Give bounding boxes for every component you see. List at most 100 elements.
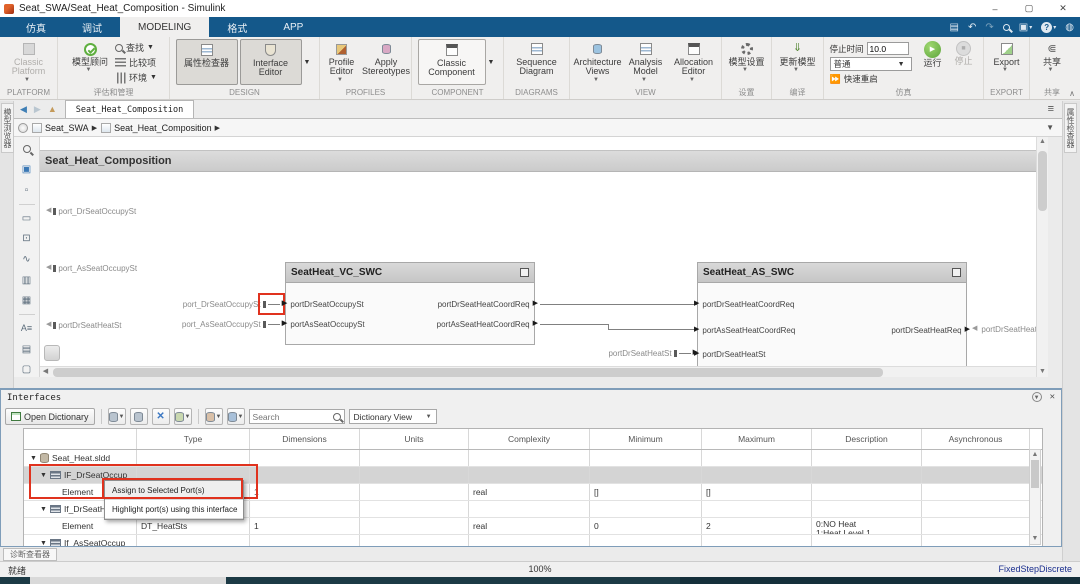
close-panel-icon[interactable]: ✕ [1050, 392, 1055, 402]
add-interface-button[interactable]: ▼ [107, 408, 126, 425]
undo-icon[interactable]: ↶ [968, 22, 976, 33]
breadcrumb-item-current[interactable]: Seat_Heat_Composition ▶ [101, 122, 220, 133]
chevron-down-icon[interactable]: ▼ [488, 59, 495, 66]
collapse-ribbon-icon[interactable]: ∧ [1069, 89, 1075, 98]
external-input-port[interactable]: ◀ port_AsSeatOccupySt [46, 262, 137, 274]
minimize-button[interactable]: – [978, 0, 1012, 17]
scroll-left-icon[interactable]: ◀ [40, 367, 51, 377]
block-input-port[interactable]: ▶ portAsSeatOccupySt [282, 318, 365, 330]
col-units[interactable]: Units [360, 429, 469, 449]
forward-icon[interactable]: ▶ [34, 104, 41, 115]
port-connection[interactable]: port_AsSeatOccupySt ▶ [169, 318, 287, 330]
classic-component-button[interactable]: Classic Component [417, 39, 486, 85]
tab-app[interactable]: APP [265, 17, 321, 37]
breadcrumb-item-root[interactable]: Seat_SWA ▶ [32, 122, 97, 133]
tab-modeling[interactable]: MODELING [120, 17, 210, 37]
breadcrumb-dropdown-icon[interactable]: ▼ [1046, 123, 1054, 132]
allocation-editor-button[interactable]: Allocation Editor ▼ [671, 39, 717, 83]
analysis-model-button[interactable]: Analysis Model ▼ [623, 39, 669, 83]
delete-button[interactable]: ✕ [151, 408, 170, 425]
view-mode-select[interactable]: Dictionary View ▼ [348, 409, 437, 424]
tab-format[interactable]: 格式 [209, 17, 265, 37]
box-icon[interactable]: ▢ [19, 362, 34, 377]
tab-debug[interactable]: 调试 [64, 17, 120, 37]
block-output-port[interactable]: portDrSeatHeatCoordReq ▶ [438, 298, 538, 310]
minimize-ribbon-icon[interactable]: ◍ [1065, 22, 1074, 33]
add-annotation-icon[interactable]: ▣ [19, 163, 34, 178]
vertical-scroll-thumb[interactable] [1038, 151, 1047, 211]
block-output-port[interactable]: portDrSeatHeatReq ▶ [891, 324, 970, 336]
run-button[interactable]: ▶ 运行 [918, 39, 948, 68]
stereotype-button[interactable]: ▼ [226, 408, 245, 425]
scroll-up-icon[interactable]: ▲ [1030, 450, 1040, 460]
fast-restart-button[interactable]: ⏩ 快速重启 [830, 73, 916, 85]
share-button[interactable]: ⋐ 共享 ▼ [1032, 39, 1072, 73]
back-icon[interactable]: ◀ [20, 104, 27, 115]
stamp-icon[interactable]: ▤ [19, 342, 34, 357]
breadcrumb-home-icon[interactable] [18, 122, 28, 133]
vertical-scrollbar[interactable]: ▲ ▼ [1036, 137, 1048, 377]
model-advisor-button[interactable]: 模型顾问 ▼ [67, 39, 113, 73]
redo-icon[interactable]: ↷ [985, 22, 993, 33]
col-maximum[interactable]: Maximum [702, 429, 812, 449]
export-button[interactable]: Export ▼ [986, 39, 1027, 73]
external-output-port[interactable]: ◀ portDrSeatHeatReq [970, 323, 1036, 335]
save-icon[interactable]: ▤ [950, 22, 959, 33]
block-input-port[interactable]: ▶ portDrSeatOccupySt [282, 298, 364, 310]
stop-time-input[interactable] [866, 42, 909, 55]
wire[interactable] [540, 304, 697, 305]
block-seatheat-vc-swc[interactable]: SeatHeat_VC_SWC ▶ portDrSeatOccupySt ▶ p… [282, 262, 538, 345]
help-icon[interactable]: ? ▾ [1041, 21, 1056, 33]
external-input-port[interactable]: ◀ port_DrSeatOccupySt [46, 205, 136, 217]
viewmark-icon[interactable]: ▫ [19, 183, 34, 198]
block-input-port[interactable]: ▶ portDrSeatHeatSt [694, 348, 766, 360]
col-description[interactable]: Description [812, 429, 922, 449]
model-settings-button[interactable]: 模型设置 ▼ [724, 39, 769, 73]
environment-button[interactable]: 环境 ▼ [115, 70, 160, 85]
wire[interactable] [540, 324, 608, 325]
area-icon[interactable]: ⊡ [19, 232, 34, 247]
profile-button[interactable]: ▼ [204, 408, 223, 425]
external-input-port[interactable]: ◀ portDrSeatHeatSt [46, 319, 122, 331]
find-button[interactable]: 查找 ▼ [115, 40, 160, 55]
image-icon[interactable]: ▦ [19, 293, 34, 308]
minimize-panel-icon[interactable]: ▼ [1031, 392, 1042, 402]
col-dimensions[interactable]: Dimensions [250, 429, 360, 449]
block-output-port[interactable]: portAsSeatHeatCoordReq ▶ [437, 318, 538, 330]
import-button[interactable]: ▼ [173, 408, 192, 425]
sim-mode-select[interactable]: 普通 ▼ [829, 57, 912, 71]
scroll-down-icon[interactable]: ▼ [1030, 534, 1040, 544]
architecture-views-button[interactable]: Architecture Views ▼ [573, 39, 622, 83]
hide-panel-button[interactable] [44, 345, 60, 361]
expand-caret-icon[interactable]: ▼ [40, 506, 47, 513]
restore-button[interactable]: ▢ [1012, 0, 1046, 17]
col-minimum[interactable]: Minimum [590, 429, 702, 449]
search-input[interactable] [252, 411, 331, 422]
col-type[interactable]: Type [137, 429, 250, 449]
compare-button[interactable]: 比较项 [115, 55, 160, 70]
block-input-port[interactable]: ▶ portDrSeatHeatCoordReq [694, 298, 794, 310]
col-asynchronous[interactable]: Asynchronous [922, 429, 1030, 449]
scroll-down-icon[interactable]: ▼ [1037, 367, 1048, 377]
table-row-interface[interactable]: ▼ If_AsSeatOccup [24, 535, 1042, 546]
table-scroll-thumb[interactable] [1031, 460, 1039, 488]
profile-editor-button[interactable]: Profile Editor ▼ [322, 39, 361, 83]
up-to-parent-icon[interactable]: ▲ [48, 104, 57, 114]
status-solver[interactable]: FixedStepDiscrete [998, 564, 1072, 574]
interface-editor-button[interactable]: Interface Editor [239, 39, 302, 85]
document-tab[interactable]: Seat_Heat_Composition [64, 100, 195, 118]
property-inspector-button[interactable]: 属性检查器 [175, 39, 238, 85]
stop-button[interactable]: ■ 停止 [950, 39, 978, 66]
scroll-up-icon[interactable]: ▲ [1037, 137, 1048, 147]
text-annotation-icon[interactable]: A≡ [19, 321, 34, 336]
capture-icon[interactable]: ▣ ▾ [1019, 22, 1032, 33]
search-icon[interactable] [1002, 23, 1010, 31]
add-element-button[interactable] [129, 408, 148, 425]
close-button[interactable]: ✕ [1046, 0, 1080, 17]
col-complexity[interactable]: Complexity [469, 429, 590, 449]
model-browser-tab[interactable]: 模型浏览器 [1, 103, 14, 153]
classic-platform-button[interactable]: Classic Platform ▼ [3, 39, 55, 83]
stripe-chart-icon[interactable]: ▥ [19, 273, 34, 288]
apply-stereotypes-button[interactable]: Apply Stereotypes [362, 39, 410, 77]
open-dictionary-button[interactable]: Open Dictionary [5, 408, 95, 425]
